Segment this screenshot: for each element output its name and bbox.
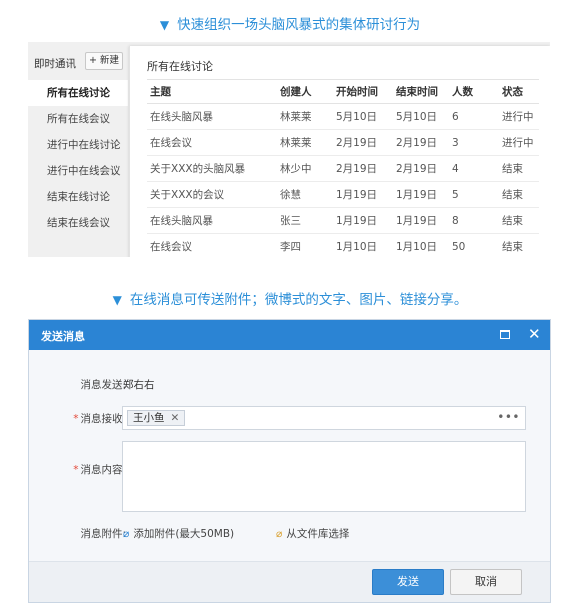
column-header: 人数 [449, 79, 499, 104]
cell-count: 8 [449, 207, 499, 234]
required-asterisk: * [73, 464, 79, 476]
required-asterisk: * [73, 413, 79, 425]
cell-end: 5月10日 [393, 103, 449, 130]
cell-end: 1月10日 [393, 233, 449, 257]
cell-creator: 林莱莱 [277, 103, 333, 130]
cell-count: 5 [449, 181, 499, 208]
cell-start: 1月19日 [333, 207, 393, 234]
cell-count: 6 [449, 103, 499, 130]
nav-all-discussions[interactable]: 所有在线讨论 [28, 80, 128, 106]
dialog-body: 消息发送: 郑右右 * 消息接收: 王小鱼 ✕ ••• * 消息内容: 消息附件: ⌀… [29, 350, 550, 561]
cell-topic: 在线会议 [147, 233, 277, 257]
receiver-label: * 消息接收: [73, 413, 126, 425]
table-row[interactable]: 在线头脑风暴 林莱莱 5月10日 5月10日 6 进行中 [147, 103, 539, 130]
cell-count: 50 [449, 233, 499, 257]
column-header: 主题 [147, 79, 277, 104]
cell-end: 2月19日 [393, 155, 449, 182]
cell-status: 进行中 [499, 129, 539, 156]
attachment-label: 消息附件: [80, 528, 126, 540]
triangle-down-icon: ▼ [112, 293, 122, 307]
message-content-input[interactable] [122, 441, 526, 512]
maximize-icon[interactable] [500, 330, 510, 339]
dialog-title: 发送消息 [41, 330, 85, 343]
column-header: 创建人 [277, 79, 333, 104]
nav-all-meetings[interactable]: 所有在线会议 [28, 106, 128, 132]
cell-status: 结束 [499, 233, 539, 257]
cell-end: 1月19日 [393, 181, 449, 208]
cell-topic: 关于XXX的头脑风暴 [147, 155, 277, 182]
table-row[interactable]: 在线头脑风暴 张三 1月19日 1月19日 8 结束 [147, 207, 539, 234]
cell-creator: 张三 [277, 207, 333, 234]
cell-creator: 李四 [277, 233, 333, 257]
cell-creator: 林莱莱 [277, 129, 333, 156]
paperclip-icon: ⌀ [276, 528, 283, 540]
new-button[interactable]: + 新建 [85, 52, 123, 70]
table-row[interactable]: 关于XXX的头脑风暴 林少中 2月19日 2月19日 4 结束 [147, 155, 539, 182]
cell-topic: 在线会议 [147, 129, 277, 156]
dialog-header: 发送消息 ✕ [29, 320, 550, 350]
caption-message: ▼ 在线消息可传送附件；微博式的文字、图片、链接分享。 [112, 292, 468, 308]
cell-start: 1月19日 [333, 181, 393, 208]
triangle-down-icon: ▼ [159, 18, 170, 32]
recipient-tag[interactable]: 王小鱼 ✕ [127, 410, 186, 426]
discussion-list: 所有在线讨论 主题 创建人 开始时间 结束时间 人数 状态 在线头脑风暴 林莱莱… [129, 46, 550, 257]
cell-start: 5月10日 [333, 103, 393, 130]
cell-start: 2月19日 [333, 155, 393, 182]
table-row[interactable]: 在线会议 李四 1月10日 1月10日 50 结束 [147, 233, 539, 257]
cell-creator: 徐慧 [277, 181, 333, 208]
receiver-field[interactable]: 王小鱼 ✕ ••• [122, 406, 526, 430]
close-icon[interactable]: ✕ [528, 325, 541, 343]
nav-active-meetings[interactable]: 进行中在线会议 [28, 158, 128, 184]
sender-value: 郑右右 [123, 379, 155, 391]
cell-status: 结束 [499, 155, 539, 182]
dialog-footer: 发送 取消 [29, 561, 550, 602]
column-header: 结束时间 [393, 79, 449, 104]
more-options-icon[interactable]: ••• [497, 410, 520, 424]
panel-title: 所有在线讨论 [147, 60, 213, 73]
cell-status: 结束 [499, 207, 539, 234]
nav-ended-discussions[interactable]: 结束在线讨论 [28, 184, 128, 210]
send-button[interactable]: 发送 [372, 569, 444, 595]
table-header-row: 主题 创建人 开始时间 结束时间 人数 状态 [147, 79, 539, 104]
cell-creator: 林少中 [277, 155, 333, 182]
cell-topic: 关于XXX的会议 [147, 181, 277, 208]
remove-tag-icon[interactable]: ✕ [171, 412, 180, 424]
table-row[interactable]: 在线会议 林莱莱 2月19日 2月19日 3 进行中 [147, 129, 539, 156]
cell-count: 3 [449, 129, 499, 156]
cell-end: 1月19日 [393, 207, 449, 234]
cell-start: 2月19日 [333, 129, 393, 156]
discussion-table: 主题 创建人 开始时间 结束时间 人数 状态 在线头脑风暴 林莱莱 5月10日 … [147, 79, 539, 257]
content-label: * 消息内容: [73, 464, 126, 476]
discussion-panel: 即时通讯 + 新建 所有在线讨论 所有在线会议 进行中在线讨论 进行中在线会议 … [28, 42, 550, 257]
cell-status: 结束 [499, 181, 539, 208]
column-header: 状态 [499, 79, 539, 104]
sender-label: 消息发送: [80, 379, 126, 391]
cell-status: 进行中 [499, 103, 539, 130]
paperclip-icon: ⌀ [123, 528, 130, 540]
file-library-link[interactable]: ⌀ 从文件库选择 [276, 526, 349, 541]
discussion-nav: 所有在线讨论 所有在线会议 进行中在线讨论 进行中在线会议 结束在线讨论 结束在… [28, 80, 128, 236]
send-message-dialog: 发送消息 ✕ 消息发送: 郑右右 * 消息接收: 王小鱼 ✕ ••• * 消息内容: … [28, 319, 551, 603]
add-attachment-link[interactable]: ⌀ 添加附件(最大50MB) [123, 526, 234, 541]
im-label: 即时通讯 [34, 58, 76, 70]
im-header: 即时通讯 + 新建 [28, 42, 128, 78]
nav-ended-meetings[interactable]: 结束在线会议 [28, 210, 128, 236]
cell-end: 2月19日 [393, 129, 449, 156]
cancel-button[interactable]: 取消 [450, 569, 522, 595]
column-header: 开始时间 [333, 79, 393, 104]
table-row[interactable]: 关于XXX的会议 徐慧 1月19日 1月19日 5 结束 [147, 181, 539, 208]
cell-topic: 在线头脑风暴 [147, 103, 277, 130]
nav-active-discussions[interactable]: 进行中在线讨论 [28, 132, 128, 158]
caption-discussion: ▼ 快速组织一场头脑风暴式的集体研讨行为 [159, 17, 421, 33]
cell-start: 1月10日 [333, 233, 393, 257]
cell-topic: 在线头脑风暴 [147, 207, 277, 234]
cell-count: 4 [449, 155, 499, 182]
